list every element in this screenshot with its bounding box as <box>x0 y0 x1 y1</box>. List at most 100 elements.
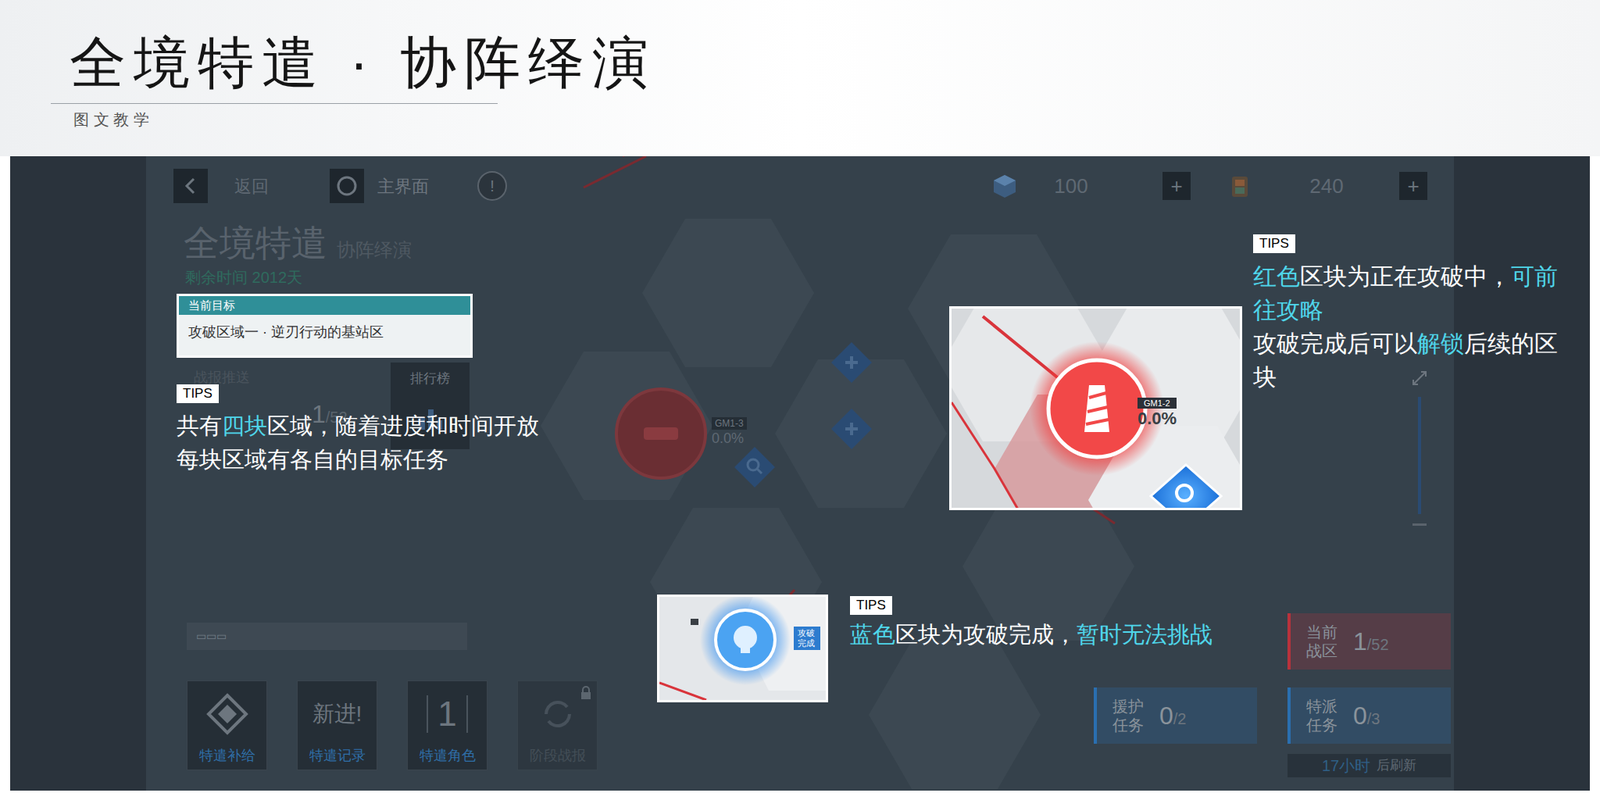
current-target-box: 当前目标 攻破区域一 · 逆刃行动的基站区 <box>176 293 473 358</box>
currency-value: 240 <box>1287 171 1366 202</box>
blue-block-thumbnail: 攻破完成 <box>657 594 829 703</box>
bottom-button[interactable]: 特遣补给 <box>186 680 268 771</box>
tip-segment: 攻破完成后可以 <box>1253 330 1418 357</box>
tutorial-page: 全境特遣 · 协阵绎演 图 文 教 学 <box>0 0 1600 800</box>
title-underline <box>50 103 498 104</box>
page-title: 全境特遣 · 协阵绎演 <box>69 29 657 96</box>
highlight-text: 红色 <box>1253 263 1300 290</box>
tip-segment: 共有 <box>176 413 222 439</box>
ranking-label: 排行榜 <box>410 368 450 390</box>
tip-label: TIPS <box>176 384 219 404</box>
tip-segment: 区块为正在攻破中， <box>1300 263 1511 290</box>
new-badge: 新进! <box>312 697 363 731</box>
highlight-text: 蓝色 <box>850 621 896 647</box>
page-subtitle: 图 文 教 学 <box>73 109 150 130</box>
supply-icon <box>205 692 250 736</box>
tip-label: TIPS <box>1253 234 1296 254</box>
home-label[interactable]: 主界面 <box>377 173 429 200</box>
panel-total: /52 <box>1367 633 1390 656</box>
panel-value: 1/52 <box>1353 627 1390 656</box>
panel-total: /2 <box>1173 707 1187 730</box>
alert-button[interactable]: ! <box>477 171 508 201</box>
back-button[interactable] <box>173 168 208 204</box>
button-label: 特遣补给 <box>199 746 256 765</box>
button-face <box>538 681 578 747</box>
game-title-text: 全境特遣 <box>183 221 328 265</box>
tip-text: 共有四块区域，随着进度和时间开放每块区域有各自的目标任务 <box>176 409 540 477</box>
bottom-buttons: 特遣补给 新进! 特遣记录 1 特遣角色 阶段战报 <box>186 680 598 771</box>
die-icon <box>990 171 1019 200</box>
panel-count: 0 <box>1159 701 1174 730</box>
tip-line: 攻破完成后可以解锁后续的区块 <box>1253 326 1570 394</box>
tip-segment: 区域，随着进度和时间开放 <box>267 413 540 439</box>
map-node-info: GM1-3 0.0% <box>711 417 747 447</box>
tip-callout: TIPS 蓝色区块为攻破完成，暂时无法挑战 <box>850 596 1213 652</box>
tip-line: 每块区域有各自的目标任务 <box>176 442 540 477</box>
add-currency-button[interactable]: + <box>1162 171 1191 200</box>
lock-icon <box>579 685 593 700</box>
time-left: 剩余时间 2012天 <box>185 267 303 288</box>
role-count: 1 <box>426 695 468 733</box>
panel-label: 当前战区 <box>1306 622 1338 661</box>
refresh-timer: 17小时 后刷新 <box>1287 753 1451 778</box>
panel-row: 援护任务0/2特派任务0/3 <box>1093 687 1451 744</box>
game-screenshot: 返回 主界面 ! 100 + 240 + 全境特遣 协阵绎演 剩余时间 2012… <box>10 156 1590 791</box>
node-reading: 0.0% <box>1137 408 1177 429</box>
tip-line: 共有四块区域，随着进度和时间开放 <box>176 409 540 443</box>
red-hex-map <box>951 308 1240 508</box>
stat-panel[interactable]: 当前战区 1/52 <box>1287 613 1451 670</box>
battery-icon <box>1225 171 1254 200</box>
cross-diamond-icon[interactable] <box>828 405 875 453</box>
button-label: 特遣记录 <box>309 746 366 765</box>
tip-line: 蓝色区块为攻破完成，暂时无法挑战 <box>850 617 1213 652</box>
home-button[interactable] <box>329 168 365 204</box>
button-face <box>205 681 250 747</box>
node-core <box>643 427 679 440</box>
stat-panel[interactable]: 援护任务 0/2 <box>1093 687 1258 744</box>
refresh-suffix: 后刷新 <box>1376 755 1417 776</box>
tip-segment: 每块区域有各自的目标任务 <box>176 446 449 472</box>
node-reading: 0.0% <box>711 429 747 447</box>
node-code: GM1-2 <box>1137 397 1177 409</box>
add-currency-button[interactable]: + <box>1399 171 1428 200</box>
red-block-thumbnail: GM1-2 0.0% <box>949 306 1243 511</box>
panel-count: 0 <box>1353 701 1368 730</box>
target-text: 攻破区域一 · 逆刃行动的基站区 <box>178 314 471 350</box>
panel-value: 0/2 <box>1159 701 1186 730</box>
panel-count: 1 <box>1353 627 1368 656</box>
refresh-icon <box>538 694 578 734</box>
highlight-text: 暂时无法挑战 <box>1076 621 1213 647</box>
tip-segment: 区块为攻破完成， <box>895 621 1077 647</box>
search-hint: ▭▭▭ <box>196 628 227 645</box>
node-code: GM1-3 <box>711 417 747 430</box>
panel-label: 援护任务 <box>1112 696 1144 735</box>
zoom-slider[interactable] <box>1408 368 1431 561</box>
bottom-button[interactable]: 1 特遣角色 <box>407 680 488 771</box>
back-label[interactable]: 返回 <box>234 173 269 200</box>
panel-label: 特派任务 <box>1306 696 1338 735</box>
highlight-text: 四块 <box>221 413 268 439</box>
thumb-node-info: GM1-2 0.0% <box>1137 397 1177 429</box>
circle-icon <box>335 175 358 197</box>
search-diamond-icon[interactable] <box>731 443 779 491</box>
map-node-active[interactable] <box>614 387 708 480</box>
game-title: 全境特遣 协阵绎演 <box>183 221 412 265</box>
target-header: 当前目标 <box>178 296 471 315</box>
panel-row: 17小时 后刷新 <box>1093 753 1451 778</box>
top-bar-left: 返回 主界面 ! <box>173 168 508 204</box>
cross-diamond-icon[interactable] <box>828 339 875 386</box>
expand-icon <box>1410 368 1429 388</box>
button-label: 特遣角色 <box>419 746 476 765</box>
tip-callout: TIPS 红色区块为正在攻破中，可前往攻略攻破完成后可以解锁后续的区块 <box>1253 234 1570 394</box>
button-label: 阶段战报 <box>529 746 586 765</box>
currency-value: 100 <box>1032 171 1111 202</box>
tip-line: 红色区块为正在攻破中，可前往攻略 <box>1253 259 1570 327</box>
stat-panel[interactable]: 特派任务0/3 <box>1287 687 1451 744</box>
search-bar[interactable]: ▭▭▭ <box>186 622 468 650</box>
highlight-text: 解锁 <box>1417 330 1465 357</box>
refresh-time: 17小时 <box>1321 753 1371 778</box>
chevron-left-icon <box>182 177 199 195</box>
tip-label: TIPS <box>850 596 893 615</box>
bottom-button: 阶段战报 <box>517 680 598 771</box>
bottom-button[interactable]: 新进! 特遣记录 <box>296 680 378 771</box>
